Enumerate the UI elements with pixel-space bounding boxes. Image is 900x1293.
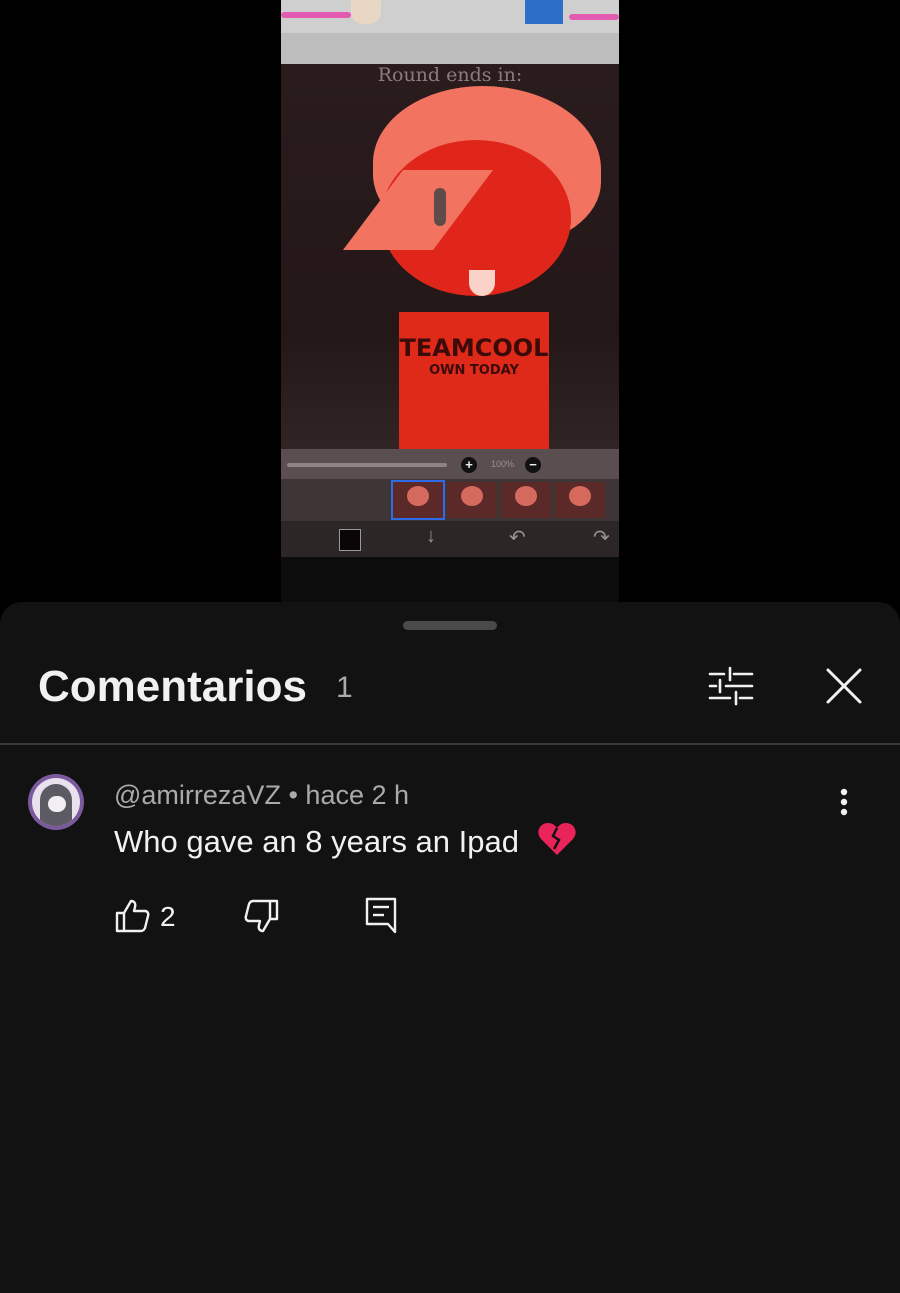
comment-text: Who gave an 8 years an Ipad	[114, 824, 519, 859]
avatar-face	[48, 796, 66, 812]
drawing-toolbar: ↓ ↶ ↷	[281, 521, 619, 557]
color-swatch[interactable]	[339, 529, 361, 551]
frame-thumb[interactable]	[391, 480, 445, 520]
minus-icon[interactable]: −	[525, 457, 541, 473]
zoom-label: 100%	[491, 459, 515, 469]
shirt-line-1: TEAMCOOL	[399, 334, 549, 362]
avatar[interactable]	[28, 774, 84, 830]
comments-sheet: Comentarios 1 @amirrezaVZ • hace 2 h Who…	[0, 602, 900, 1293]
video-frame[interactable]: Round ends in: TEAMCOOL OWN TODAY + 100%…	[281, 0, 619, 602]
drawing-eye	[434, 188, 446, 226]
plus-icon[interactable]: +	[461, 457, 477, 473]
meta-separator: •	[288, 780, 298, 810]
timeline-bar: + 100% −	[281, 449, 619, 479]
frame-thumb[interactable]	[555, 482, 605, 518]
comment-author[interactable]: @amirrezaVZ	[114, 780, 281, 810]
drag-handle[interactable]	[403, 621, 497, 630]
pink-bar	[569, 14, 619, 20]
header-strip	[281, 33, 619, 64]
shirt-text: TEAMCOOL OWN TODAY	[399, 335, 549, 381]
header-avatar-image	[351, 0, 381, 24]
arrow-down-icon[interactable]: ↓	[426, 525, 436, 548]
like-icon[interactable]	[114, 898, 150, 939]
comment-meta: @amirrezaVZ • hace 2 h	[114, 778, 409, 812]
broken-heart-icon	[537, 822, 576, 866]
round-ends-text: Round ends in:	[377, 64, 523, 86]
frame-thumb[interactable]	[447, 482, 497, 518]
frame-thumb[interactable]	[501, 482, 551, 518]
dislike-icon[interactable]	[244, 898, 280, 939]
drawing-mouth	[469, 270, 495, 296]
like-count: 2	[160, 901, 176, 932]
comments-count: 1	[336, 671, 353, 704]
more-vert-icon[interactable]	[826, 786, 862, 827]
video-player[interactable]: Round ends in: TEAMCOOL OWN TODAY + 100%…	[0, 0, 900, 602]
comment-body: Who gave an 8 years an Ipad	[114, 822, 576, 866]
comments-title: Comentarios	[38, 662, 307, 711]
shirt-line-2: OWN TODAY	[429, 363, 519, 378]
redo-icon[interactable]: ↷	[593, 525, 610, 550]
frame-strip	[281, 479, 619, 521]
avatar-image	[32, 778, 80, 826]
app-logo	[525, 0, 563, 24]
reply-icon[interactable]	[364, 896, 398, 941]
divider	[0, 743, 900, 745]
video-app-header	[281, 0, 619, 64]
comment-time: hace 2 h	[305, 780, 410, 810]
pink-bar	[281, 12, 351, 18]
video-bottom-bar	[281, 557, 619, 602]
tune-icon[interactable]	[706, 664, 756, 713]
close-icon[interactable]	[822, 664, 866, 713]
timeline-track[interactable]	[287, 463, 447, 467]
undo-icon[interactable]: ↶	[509, 525, 526, 550]
